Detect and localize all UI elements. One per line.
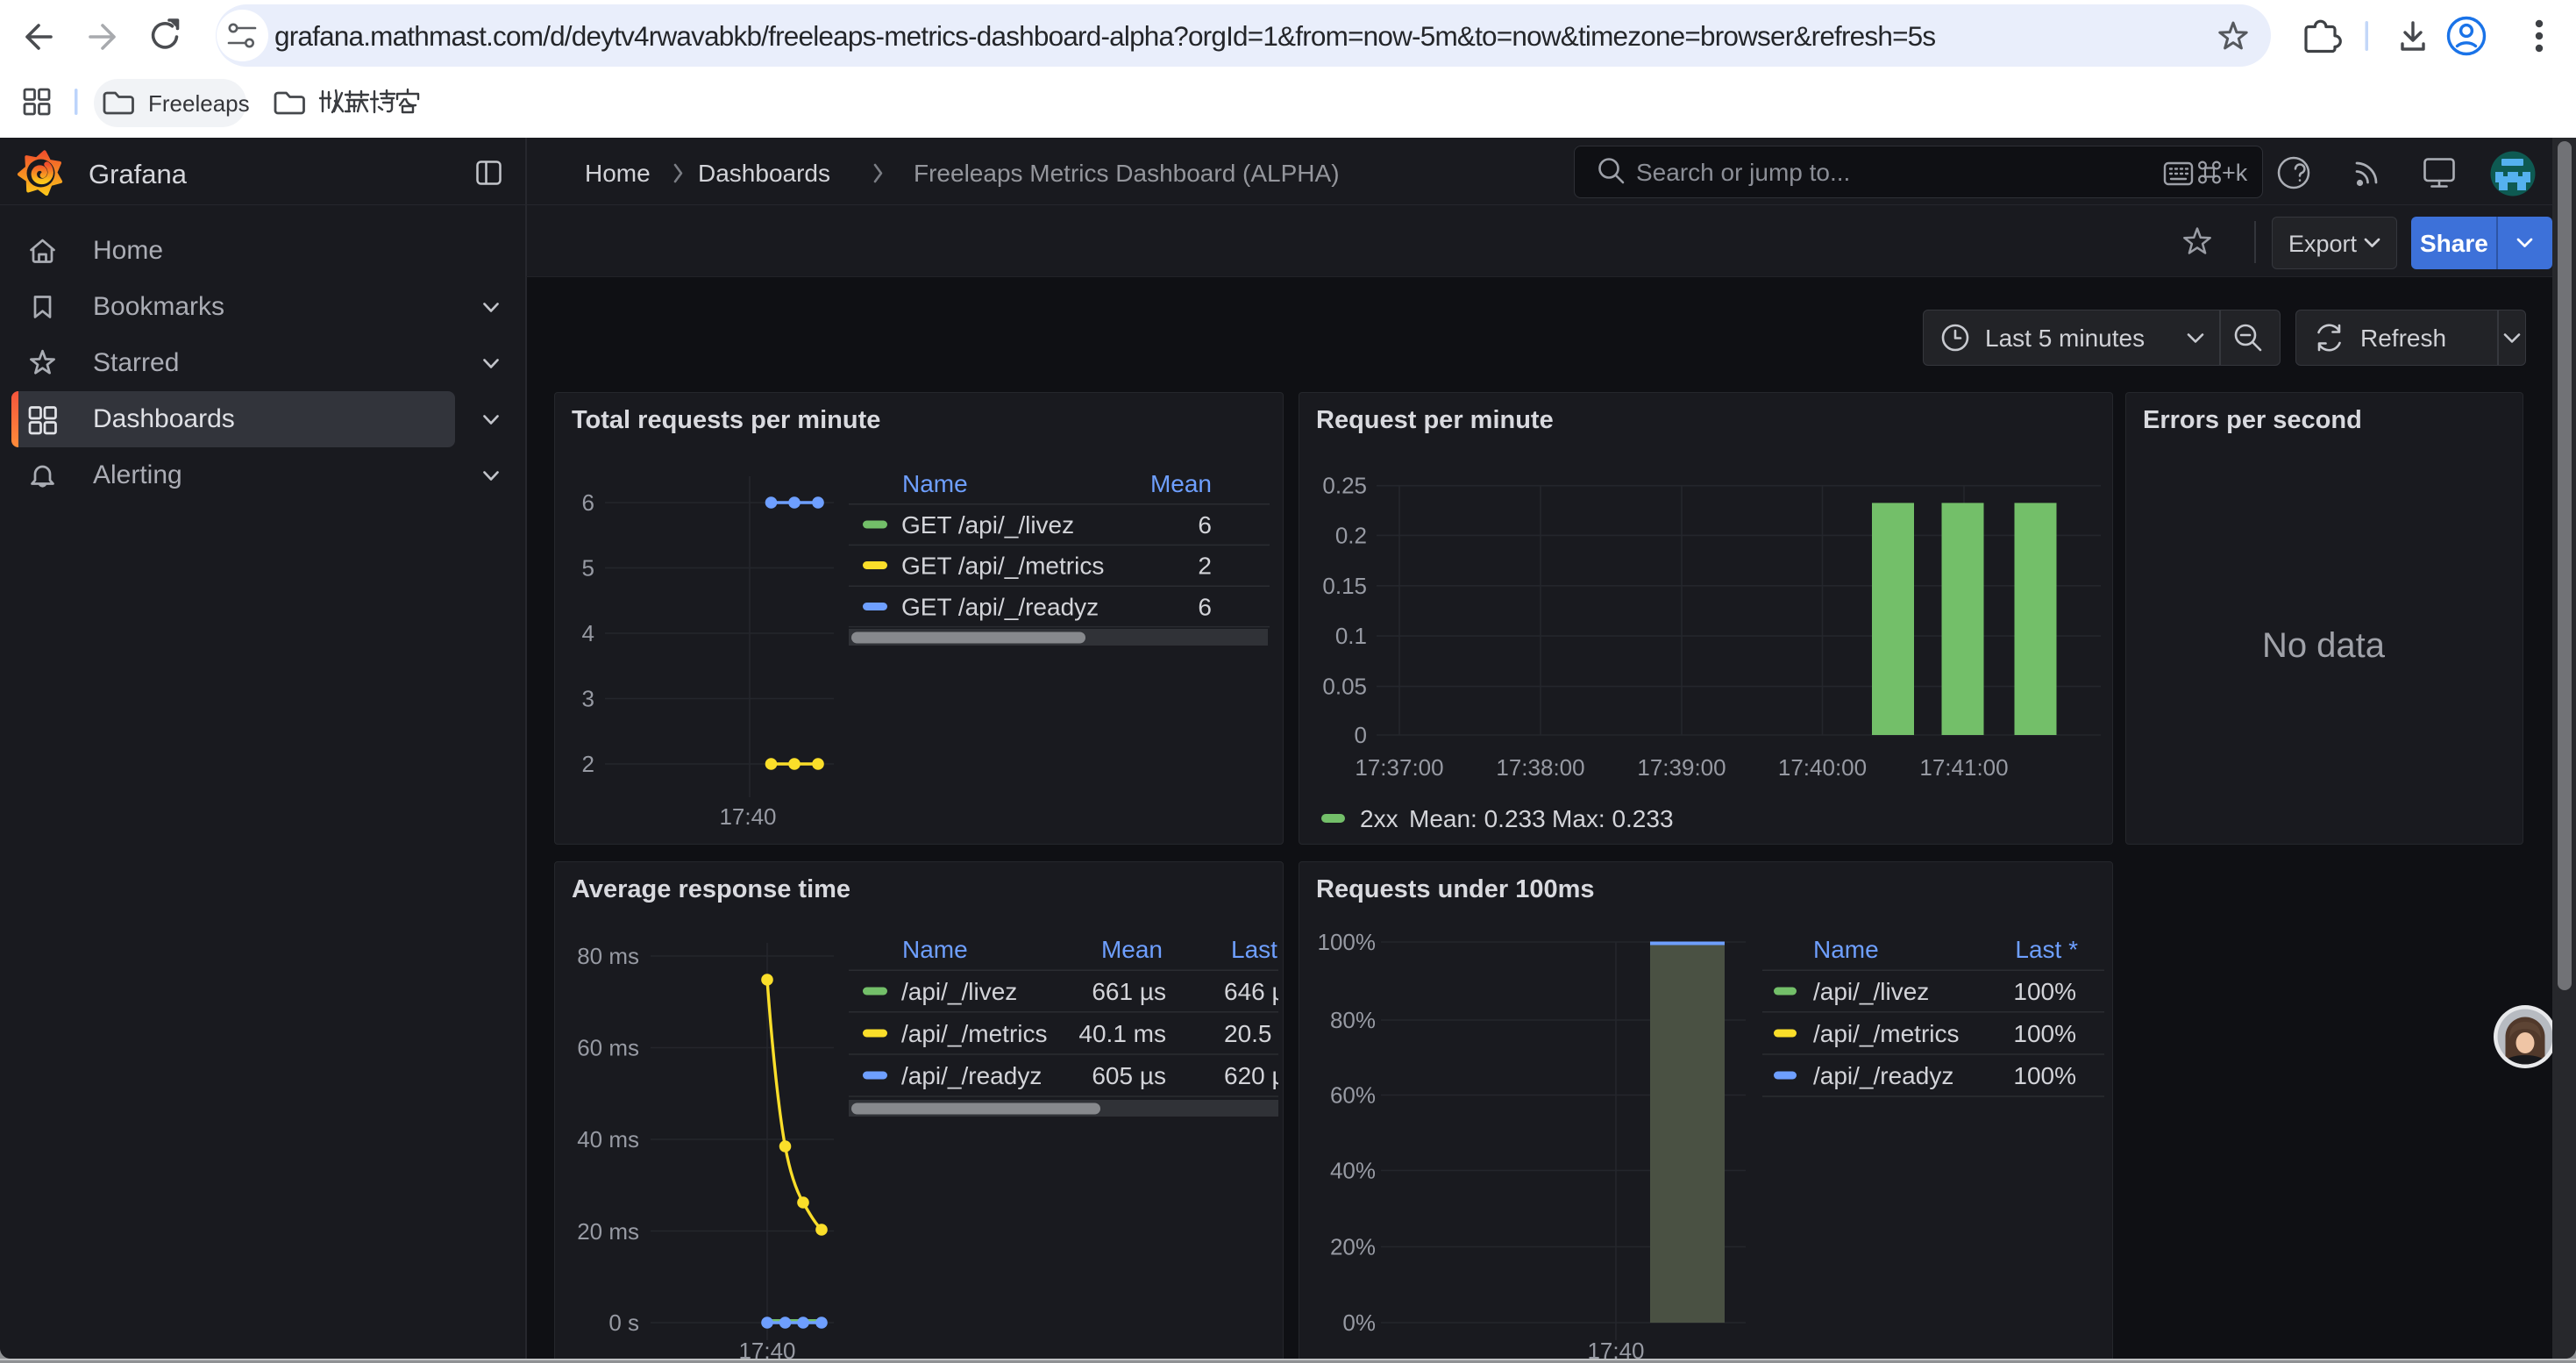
svg-text:/api/_/metrics: /api/_/metrics — [901, 1020, 1048, 1047]
svg-text:17:40: 17:40 — [738, 1338, 795, 1359]
svg-text:/api/_/readyz: /api/_/readyz — [1813, 1062, 1953, 1089]
svg-text:620 µs: 620 µs — [1224, 1062, 1299, 1089]
svg-text:40 ms: 40 ms — [577, 1126, 639, 1152]
svg-text:17:40: 17:40 — [719, 803, 776, 830]
svg-text:2: 2 — [582, 751, 594, 777]
svg-text:2xx: 2xx — [1360, 805, 1398, 832]
svg-text:0.15: 0.15 — [1322, 573, 1367, 599]
svg-text:Name: Name — [902, 470, 968, 497]
svg-text:17:39:00: 17:39:00 — [1637, 754, 1726, 781]
svg-text:60 ms: 60 ms — [577, 1035, 639, 1061]
svg-text:GET /api/_/livez: GET /api/_/livez — [901, 511, 1074, 539]
svg-text:605 µs: 605 µs — [1092, 1062, 1166, 1089]
svg-text:Mean: 0.233: Mean: 0.233 — [1409, 805, 1546, 832]
svg-text:2: 2 — [1198, 553, 1212, 580]
svg-text:/api/_/livez: /api/_/livez — [901, 978, 1017, 1005]
svg-text:6: 6 — [582, 489, 594, 516]
svg-text:5: 5 — [582, 555, 594, 582]
svg-text:646 µs: 646 µs — [1224, 978, 1299, 1005]
svg-text:17:40:00: 17:40:00 — [1778, 754, 1867, 781]
svg-text:6: 6 — [1198, 511, 1212, 539]
svg-text:17:37:00: 17:37:00 — [1355, 754, 1443, 781]
svg-text:Last *: Last * — [1231, 936, 1294, 963]
svg-text:/api/_/metrics: /api/_/metrics — [1813, 1020, 1960, 1047]
svg-text:0.25: 0.25 — [1322, 473, 1367, 499]
svg-text:No data: No data — [2262, 626, 2386, 665]
svg-text:4: 4 — [582, 620, 594, 646]
svg-text:0 s: 0 s — [608, 1309, 639, 1336]
svg-text:Mean: Mean — [1150, 470, 1212, 497]
svg-text:80 ms: 80 ms — [577, 943, 639, 969]
svg-text:GET /api/_/readyz: GET /api/_/readyz — [901, 593, 1099, 620]
svg-text:17:41:00: 17:41:00 — [1919, 754, 2008, 781]
svg-text:100%: 100% — [2013, 1020, 2076, 1047]
svg-text:17:38:00: 17:38:00 — [1496, 754, 1584, 781]
svg-text:/api/_/livez: /api/_/livez — [1813, 978, 1929, 1005]
svg-text:0%: 0% — [1342, 1309, 1376, 1336]
svg-text:0.1: 0.1 — [1335, 623, 1367, 649]
svg-text:0.05: 0.05 — [1322, 674, 1367, 700]
svg-text:40.1 ms: 40.1 ms — [1078, 1020, 1166, 1047]
svg-text:GET /api/_/metrics: GET /api/_/metrics — [901, 553, 1104, 580]
svg-text:/api/_/readyz: /api/_/readyz — [901, 1062, 1042, 1089]
svg-text:Last *: Last * — [2015, 936, 2078, 963]
svg-text:20%: 20% — [1330, 1234, 1376, 1260]
svg-text:Name: Name — [902, 936, 968, 963]
svg-text:Max: 0.233: Max: 0.233 — [1552, 805, 1674, 832]
svg-text:0: 0 — [1355, 722, 1367, 748]
svg-text:Name: Name — [1813, 936, 1879, 963]
svg-text:3: 3 — [582, 686, 594, 712]
svg-text:60%: 60% — [1330, 1082, 1376, 1109]
svg-text:Mean: Mean — [1101, 936, 1163, 963]
svg-text:100%: 100% — [2013, 1062, 2076, 1089]
svg-text:17:40: 17:40 — [1587, 1338, 1644, 1359]
svg-text:40%: 40% — [1330, 1158, 1376, 1184]
svg-text:661 µs: 661 µs — [1092, 978, 1166, 1005]
svg-text:100%: 100% — [1318, 929, 1377, 955]
svg-text:20.5 ms: 20.5 ms — [1224, 1020, 1312, 1047]
svg-text:20 ms: 20 ms — [577, 1218, 639, 1245]
svg-text:0.2: 0.2 — [1335, 522, 1367, 548]
svg-text:80%: 80% — [1330, 1007, 1376, 1033]
svg-text:100%: 100% — [2013, 978, 2076, 1005]
svg-text:6: 6 — [1198, 593, 1212, 620]
